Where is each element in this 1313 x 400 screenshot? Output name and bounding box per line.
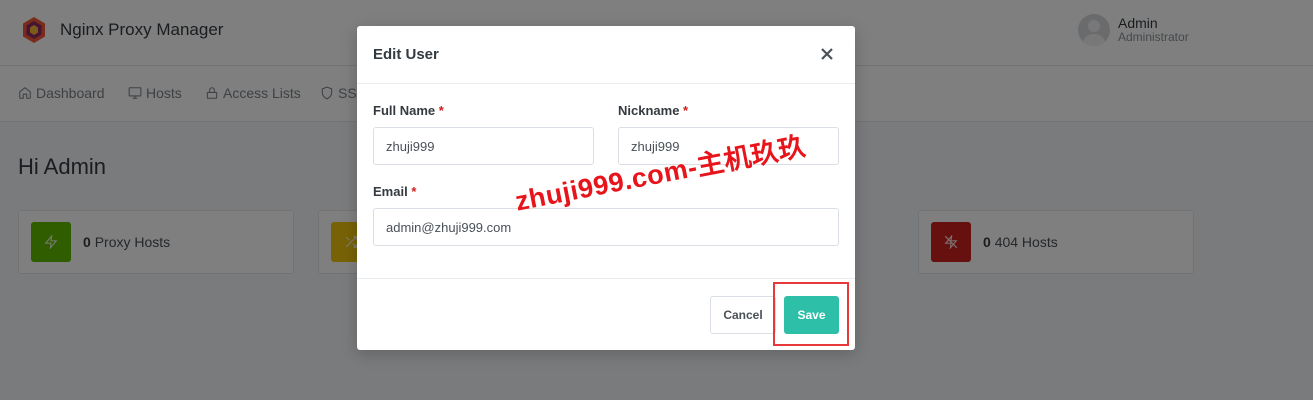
full-name-label: Full Name * (373, 103, 444, 118)
required-marker: * (438, 103, 444, 118)
full-name-input[interactable] (373, 127, 594, 165)
required-marker: * (683, 103, 689, 118)
save-highlight-box (773, 282, 849, 346)
modal-title: Edit User (373, 46, 439, 63)
modal-header: Edit User (357, 26, 855, 84)
required-marker: * (411, 184, 417, 199)
cancel-button[interactable]: Cancel (710, 296, 776, 334)
close-icon (821, 48, 833, 60)
nickname-label: Nickname * (618, 103, 689, 118)
email-label: Email * (373, 184, 417, 199)
email-input[interactable] (373, 208, 839, 246)
close-button[interactable] (819, 46, 835, 62)
